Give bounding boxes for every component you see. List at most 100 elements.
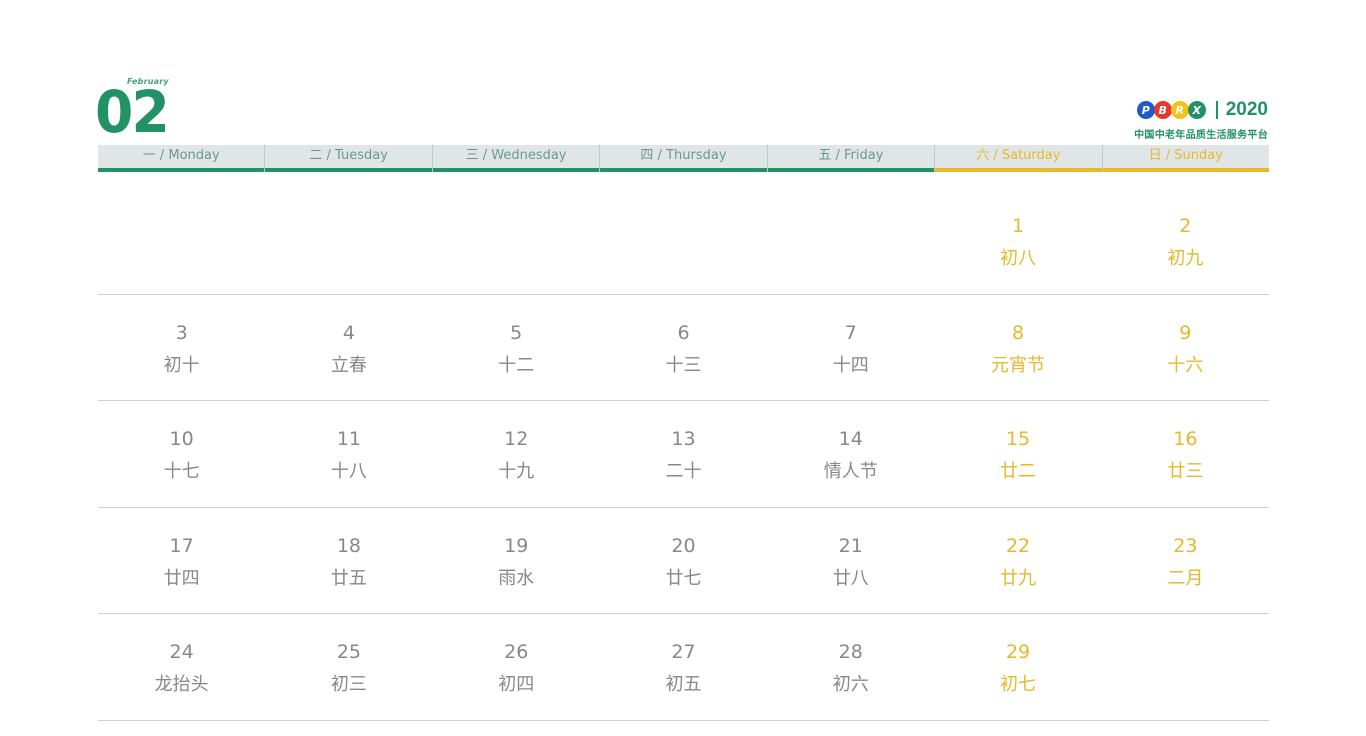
brand-badge-b: B bbox=[1153, 101, 1172, 119]
day-cell: 21 廿八 bbox=[767, 508, 934, 614]
lunar-date: 十二 bbox=[498, 354, 535, 376]
day-number: 14 bbox=[838, 428, 863, 450]
lunar-date: 十六 bbox=[1167, 354, 1204, 376]
day-number: 25 bbox=[336, 641, 362, 663]
day-number: 8 bbox=[1012, 321, 1025, 344]
day-cell: 15 廿二 bbox=[934, 401, 1101, 507]
day-cell: 1 初八 bbox=[934, 188, 1101, 294]
empty-cell bbox=[1102, 614, 1269, 720]
lunar-date: 初九 bbox=[1167, 248, 1204, 269]
day-number: 11 bbox=[336, 428, 362, 450]
day-number: 19 bbox=[504, 534, 529, 557]
lunar-date: 廿四 bbox=[163, 567, 200, 589]
day-cell: 27 初五 bbox=[600, 614, 767, 720]
day-number: 21 bbox=[838, 534, 863, 557]
weekday-2: 三 / Wednesday bbox=[431, 145, 600, 172]
week-row: 24 龙抬头 25 初三 26 初四 27 初五 28 初六 29 初七 bbox=[98, 614, 1269, 721]
month-number: 02 bbox=[95, 78, 170, 146]
lunar-date: 廿五 bbox=[330, 567, 367, 589]
day-cell: 17 廿四 bbox=[98, 508, 265, 614]
day-number: 15 bbox=[1005, 428, 1031, 450]
lunar-date: 十九 bbox=[498, 461, 535, 482]
brand-divider bbox=[1215, 101, 1218, 119]
lunar-date: 元宵节 bbox=[991, 354, 1046, 376]
day-cell: 28 初六 bbox=[767, 614, 934, 720]
lunar-date: 初六 bbox=[832, 674, 869, 695]
weekday-4: 五 / Friday bbox=[766, 145, 935, 172]
day-cell: 3 初十 bbox=[98, 295, 265, 401]
day-number: 10 bbox=[169, 428, 194, 450]
day-cell: 7 十四 bbox=[767, 295, 934, 401]
lunar-date: 十八 bbox=[330, 461, 367, 482]
lunar-date: 廿二 bbox=[1000, 461, 1037, 482]
day-number: 9 bbox=[1179, 321, 1192, 344]
empty-cell bbox=[433, 188, 600, 294]
brand-badge-p: P bbox=[1136, 101, 1155, 119]
day-number: 27 bbox=[671, 641, 696, 663]
day-cell: 5 十二 bbox=[433, 295, 600, 401]
weekday-1: 二 / Tuesday bbox=[264, 145, 433, 172]
weekday-3: 四 / Thursday bbox=[599, 145, 768, 172]
lunar-date: 雨水 bbox=[498, 567, 535, 589]
lunar-date: 龙抬头 bbox=[154, 674, 209, 695]
brand-logo: P B R X 2020 bbox=[1136, 99, 1268, 121]
day-number: 1 bbox=[1012, 215, 1025, 237]
lunar-date: 初五 bbox=[665, 674, 702, 695]
day-number: 12 bbox=[504, 428, 529, 450]
day-number: 17 bbox=[169, 534, 194, 557]
day-number: 13 bbox=[671, 428, 696, 450]
lunar-date: 初八 bbox=[1000, 248, 1037, 269]
day-cell: 18 廿五 bbox=[265, 508, 432, 614]
day-number: 22 bbox=[1005, 534, 1031, 557]
lunar-date: 情人节 bbox=[823, 461, 878, 482]
day-cell: 8 元宵节 bbox=[934, 295, 1101, 401]
lunar-date: 初十 bbox=[163, 354, 200, 376]
lunar-date: 廿九 bbox=[1000, 567, 1037, 589]
day-cell: 25 初三 bbox=[265, 614, 432, 720]
lunar-date: 二月 bbox=[1167, 567, 1204, 589]
brand-badge-x: X bbox=[1187, 101, 1206, 119]
day-number: 20 bbox=[671, 534, 696, 557]
day-cell: 4 立春 bbox=[265, 295, 432, 401]
day-number: 24 bbox=[169, 641, 194, 663]
brand-subtitle: 中国中老年品质生活服务平台 bbox=[1134, 130, 1268, 141]
calendar-grid: 1 初八 2 初九 3 初十 4 立春 5 十二 6 十三 7 十四 8 元宵节 9 十六 10 十七 11 十八 12 十九… bbox=[98, 188, 1269, 721]
lunar-date: 初四 bbox=[498, 674, 535, 695]
day-number: 4 bbox=[342, 321, 355, 344]
day-cell: 19 雨水 bbox=[433, 508, 600, 614]
day-cell: 29 初七 bbox=[934, 614, 1101, 720]
brand-badge-r: R bbox=[1170, 101, 1189, 119]
empty-cell bbox=[265, 188, 432, 294]
lunar-date: 廿八 bbox=[832, 567, 869, 589]
lunar-date: 十七 bbox=[163, 461, 200, 482]
lunar-date: 廿三 bbox=[1167, 461, 1204, 482]
lunar-date: 初七 bbox=[1000, 674, 1037, 695]
day-number: 16 bbox=[1173, 428, 1198, 450]
day-number: 2 bbox=[1179, 215, 1192, 237]
day-cell: 24 龙抬头 bbox=[98, 614, 265, 720]
day-number: 6 bbox=[677, 321, 690, 344]
day-cell: 20 廿七 bbox=[600, 508, 767, 614]
day-cell: 13 二十 bbox=[600, 401, 767, 507]
lunar-date: 二十 bbox=[665, 461, 702, 482]
day-cell: 9 十六 bbox=[1102, 295, 1269, 401]
lunar-date: 立春 bbox=[330, 354, 367, 376]
day-cell: 16 廿三 bbox=[1102, 401, 1269, 507]
lunar-date: 廿七 bbox=[665, 567, 702, 589]
week-row: 1 初八 2 初九 bbox=[98, 188, 1269, 295]
weekday-0: 一 / Monday bbox=[98, 145, 265, 172]
weekday-6: 日 / Sunday bbox=[1101, 145, 1270, 172]
year: 2020 bbox=[1225, 99, 1268, 120]
empty-cell bbox=[767, 188, 934, 294]
week-row: 17 廿四 18 廿五 19 雨水 20 廿七 21 廿八 22 廿九 23 二月 bbox=[98, 508, 1269, 614]
day-cell: 2 初九 bbox=[1102, 188, 1269, 294]
day-cell: 26 初四 bbox=[433, 614, 600, 720]
day-number: 7 bbox=[844, 321, 857, 344]
week-row: 10 十七 11 十八 12 十九 13 二十 14 情人节 15 廿二 16 廿三 bbox=[98, 401, 1269, 508]
weekday-header: 一 / Monday 二 / Tuesday 三 / Wednesday 四 / Th… bbox=[98, 145, 1270, 172]
day-cell: 22 廿九 bbox=[934, 508, 1101, 614]
day-number: 28 bbox=[838, 641, 863, 663]
day-cell: 12 十九 bbox=[433, 401, 600, 507]
day-number: 29 bbox=[1005, 641, 1031, 663]
day-number: 3 bbox=[175, 321, 188, 344]
